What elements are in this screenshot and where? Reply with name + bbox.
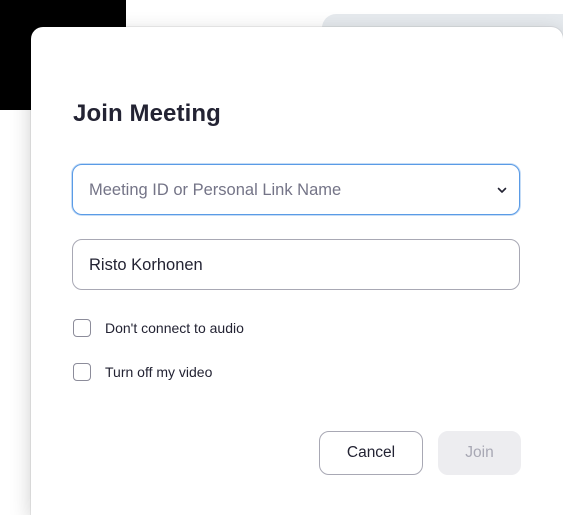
join-meeting-dialog: Join Meeting Meeting ID or Personal Link… (31, 27, 563, 515)
join-button[interactable]: Join (438, 431, 521, 475)
meeting-id-placeholder: Meeting ID or Personal Link Name (89, 181, 342, 199)
turn-off-video-checkbox[interactable] (73, 363, 91, 381)
name-input-value: Risto Korhonen (89, 256, 203, 274)
name-input[interactable]: Risto Korhonen (72, 239, 520, 290)
dont-connect-audio-label[interactable]: Don't connect to audio (105, 320, 244, 337)
dialog-title: Join Meeting (73, 100, 221, 127)
chevron-down-icon[interactable] (496, 185, 508, 195)
cancel-button[interactable]: Cancel (319, 431, 423, 475)
dont-connect-audio-checkbox[interactable] (73, 319, 91, 337)
turn-off-video-label[interactable]: Turn off my video (105, 364, 212, 381)
meeting-id-combobox[interactable]: Meeting ID or Personal Link Name (72, 164, 520, 215)
